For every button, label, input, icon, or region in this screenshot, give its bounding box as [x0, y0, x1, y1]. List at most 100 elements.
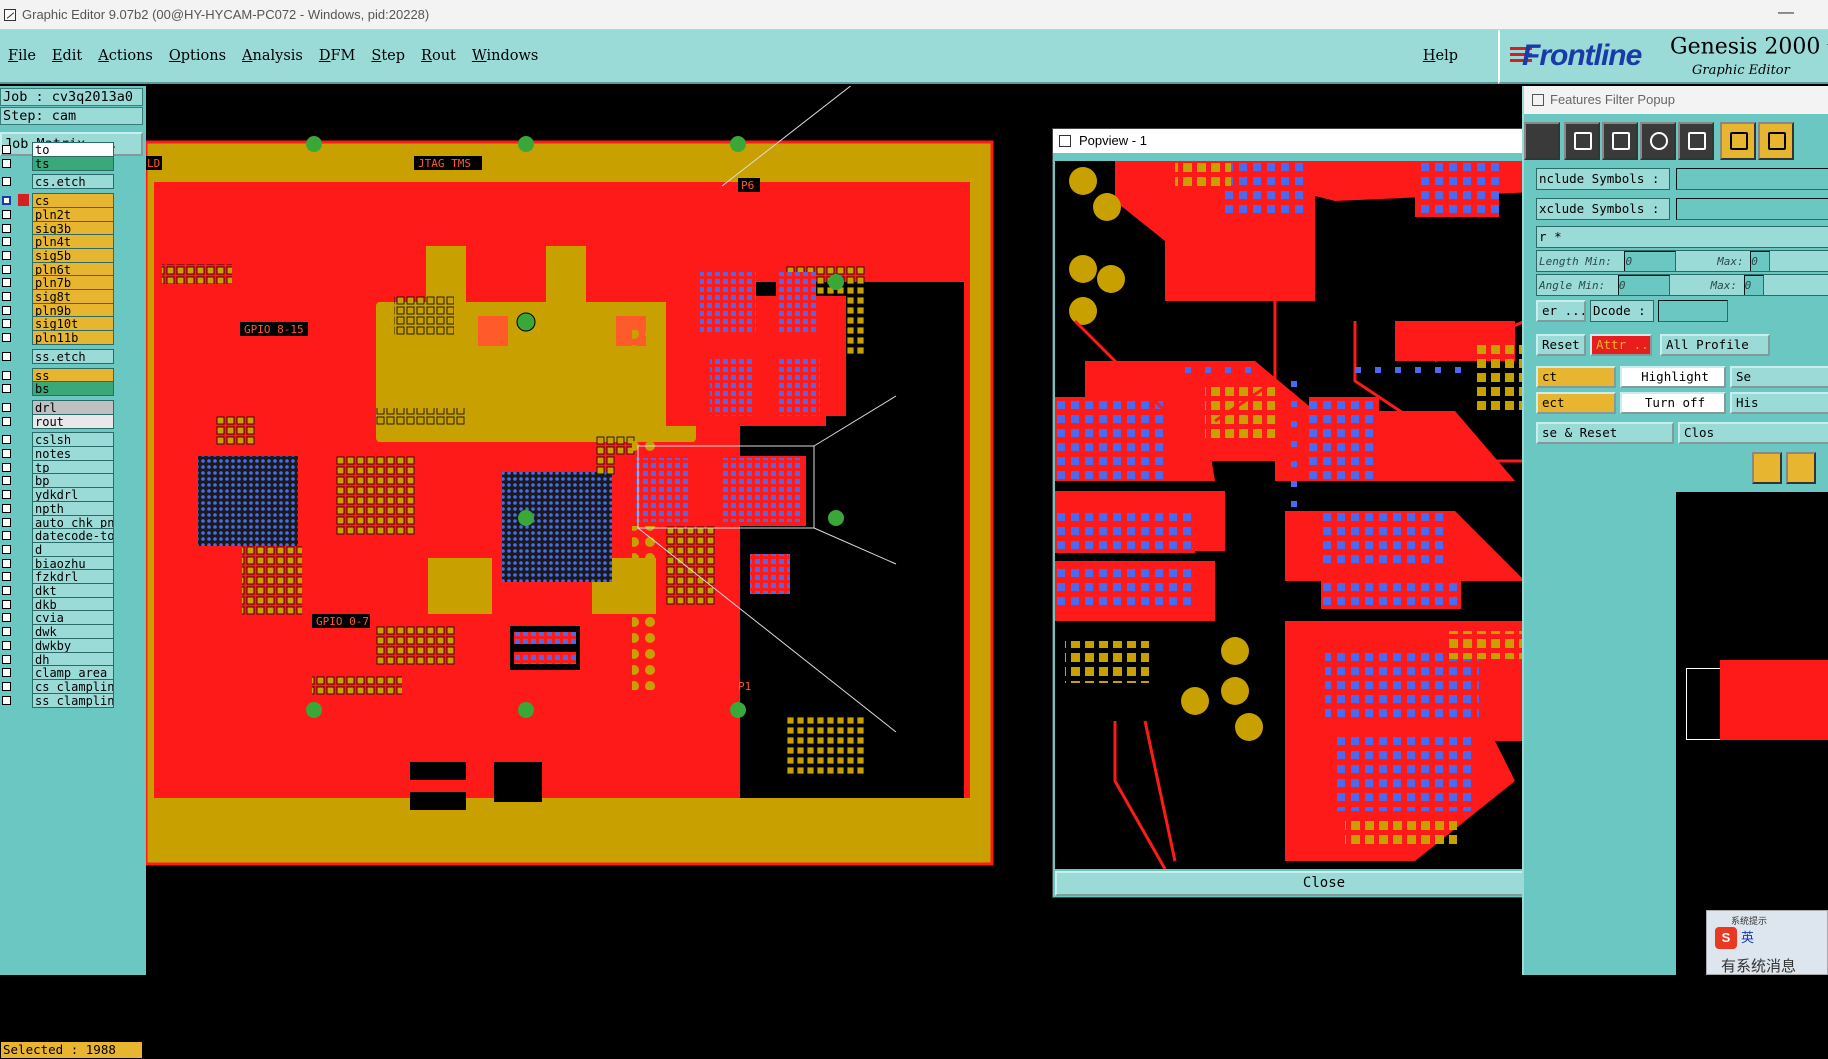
- layer-checkbox[interactable]: [2, 319, 11, 329]
- exclude-symbols-input[interactable]: [1676, 198, 1828, 220]
- length-max-input[interactable]: 0: [1750, 251, 1771, 271]
- menu-dfm[interactable]: DFM: [319, 48, 356, 64]
- pointer-icon[interactable]: [1752, 452, 1782, 484]
- layer-checkbox[interactable]: [2, 531, 11, 541]
- length-min-input[interactable]: 0: [1624, 251, 1677, 271]
- filter-tool-3-icon[interactable]: [1602, 122, 1638, 160]
- layer-checkbox[interactable]: [2, 384, 11, 394]
- turn-off-option[interactable]: Turn off: [1620, 392, 1726, 414]
- layer-name[interactable]: pln11b: [32, 330, 114, 346]
- layer-checkbox[interactable]: [2, 250, 11, 260]
- layer-checkbox[interactable]: [2, 402, 11, 412]
- layer-checkbox[interactable]: [2, 544, 11, 554]
- layer-checkbox[interactable]: [2, 681, 11, 691]
- layer-row[interactable]: cs.etch: [0, 174, 116, 190]
- layer-checkbox[interactable]: [2, 517, 11, 527]
- menu-edit[interactable]: Edit: [52, 48, 82, 64]
- layer-row[interactable]: rout: [0, 413, 116, 429]
- layer-checkbox[interactable]: [2, 558, 11, 568]
- popview-canvas[interactable]: [1055, 161, 1559, 869]
- layer-checkbox[interactable]: [2, 351, 11, 361]
- layer-name[interactable]: ss_clampline: [32, 692, 114, 708]
- filter-er-button[interactable]: er ...: [1536, 300, 1586, 322]
- layer-checkbox[interactable]: [2, 370, 11, 380]
- silk-ld: LD: [147, 157, 160, 170]
- menu-step[interactable]: Step: [371, 48, 405, 64]
- layer-row[interactable]: bs: [0, 381, 116, 397]
- layer-checkbox[interactable]: [2, 333, 11, 343]
- layer-checkbox[interactable]: [2, 237, 11, 247]
- layer-checkbox[interactable]: [2, 177, 11, 187]
- layer-checkbox[interactable]: [2, 599, 11, 609]
- layer-checkbox[interactable]: [2, 654, 11, 664]
- layer-name[interactable]: ss.etch: [32, 348, 114, 364]
- popview-zoom-svg[interactable]: [1055, 161, 1559, 869]
- layer-checkbox[interactable]: [2, 305, 11, 315]
- layer-checkbox[interactable]: [2, 449, 11, 458]
- select-pointer-icon[interactable]: [1786, 452, 1816, 484]
- close-reset-button[interactable]: se & Reset: [1536, 422, 1674, 444]
- layer-checkbox[interactable]: [2, 627, 11, 637]
- popview-close-button[interactable]: Close: [1055, 871, 1593, 896]
- filter-tool-1-icon[interactable]: [1524, 122, 1560, 160]
- menu-options[interactable]: Options: [169, 48, 226, 64]
- ime-language[interactable]: 英: [1741, 930, 1754, 945]
- layer-checkbox[interactable]: [2, 586, 11, 595]
- filter-text-icon[interactable]: [1678, 122, 1714, 160]
- layer-checkbox[interactable]: [2, 223, 11, 233]
- menu-help[interactable]: Help: [1423, 48, 1458, 64]
- layer-name[interactable]: bs: [32, 381, 114, 397]
- layer-checkbox[interactable]: [2, 695, 11, 705]
- filter-rotate-icon[interactable]: [1640, 122, 1676, 160]
- profile-select[interactable]: All Profile: [1660, 334, 1770, 356]
- menu-file[interactable]: File: [8, 48, 36, 64]
- layer-checkbox[interactable]: [2, 264, 11, 274]
- filter-close-button[interactable]: Clos: [1678, 422, 1828, 444]
- layer-checkbox[interactable]: [2, 613, 11, 623]
- layer-checkbox[interactable]: [2, 503, 11, 513]
- layer-row[interactable]: ss.etch: [0, 348, 116, 364]
- brand-product: Genesis 2000 28: [1670, 34, 1828, 59]
- layer-checkbox[interactable]: [2, 572, 11, 582]
- menu-rout[interactable]: Rout: [421, 48, 456, 64]
- filter-reset-button[interactable]: Reset: [1536, 334, 1586, 356]
- layer-row[interactable]: pln11b: [0, 330, 116, 346]
- filter-remove-icon[interactable]: [1758, 122, 1794, 160]
- layer-row[interactable]: ss_clampline: [0, 692, 116, 708]
- include-symbols-input[interactable]: [1676, 168, 1828, 190]
- layer-checkbox[interactable]: [2, 640, 11, 650]
- filter-attr-button[interactable]: Attr ...: [1590, 334, 1652, 356]
- filter-tool-2-icon[interactable]: [1564, 122, 1600, 160]
- minimize-button[interactable]: —: [1774, 0, 1798, 30]
- menu-actions[interactable]: Actions: [98, 48, 153, 64]
- layer-checkbox[interactable]: [2, 490, 11, 500]
- layer-checkbox[interactable]: [2, 435, 11, 445]
- layer-checkbox[interactable]: [2, 668, 11, 678]
- menu-analysis[interactable]: Analysis: [242, 48, 303, 64]
- dcode-input[interactable]: [1658, 300, 1728, 322]
- layer-checkbox[interactable]: [2, 158, 11, 168]
- filter-add-icon[interactable]: [1720, 122, 1756, 160]
- hide-button[interactable]: His: [1730, 392, 1828, 414]
- attr-value[interactable]: *: [1554, 229, 1562, 244]
- layer-name[interactable]: cs.etch: [32, 174, 114, 190]
- layer-checkbox[interactable]: [2, 145, 11, 154]
- layer-name[interactable]: rout: [32, 413, 114, 429]
- layer-name[interactable]: ts: [32, 155, 114, 171]
- angle-min-input[interactable]: 0: [1617, 275, 1670, 295]
- pcb-board-svg[interactable]: JTAG TMS P6 GPIO 8-15 GPIO 0-7 P1 LD: [146, 86, 1054, 975]
- graphic-view[interactable]: JTAG TMS P6 GPIO 8-15 GPIO 0-7 P1 LD: [146, 86, 1054, 975]
- angle-max-input[interactable]: 0: [1743, 275, 1764, 295]
- layer-checkbox[interactable]: [2, 462, 11, 472]
- select-button[interactable]: Se: [1730, 366, 1828, 388]
- ime-message[interactable]: 有系统消息: [1721, 955, 1796, 976]
- layer-checkbox[interactable]: [2, 416, 11, 426]
- menu-windows[interactable]: Windows: [472, 48, 539, 64]
- layer-checkbox[interactable]: [2, 278, 11, 288]
- highlight-option[interactable]: Highlight: [1620, 366, 1726, 388]
- layer-row[interactable]: ts: [0, 155, 116, 171]
- layer-checkbox[interactable]: [2, 196, 11, 206]
- layer-checkbox[interactable]: [2, 476, 11, 486]
- layer-checkbox[interactable]: [2, 209, 11, 219]
- layer-checkbox[interactable]: [2, 292, 11, 301]
